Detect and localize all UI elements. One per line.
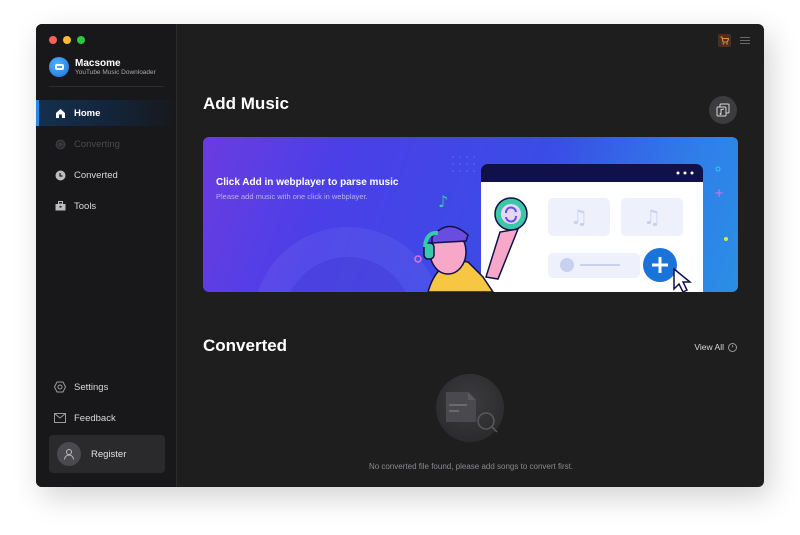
- app-logo-icon: [49, 57, 69, 77]
- sidebar-item-settings[interactable]: Settings: [36, 374, 177, 400]
- brand: Macsome YouTube Music Downloader: [49, 57, 156, 77]
- cart-button[interactable]: [718, 34, 731, 47]
- menu-button[interactable]: [740, 37, 750, 44]
- add-music-title: Add Music: [203, 94, 289, 113]
- empty-file-search-icon: [436, 374, 504, 442]
- app-subtitle: YouTube Music Downloader: [75, 68, 156, 76]
- maximize-window-button[interactable]: [77, 36, 85, 44]
- window-controls: [49, 36, 85, 44]
- sidebar-item-converted[interactable]: Converted: [36, 162, 177, 188]
- divider: [49, 86, 164, 87]
- settings-icon: [54, 381, 66, 393]
- sidebar-item-label: Tools: [74, 200, 97, 212]
- sidebar-item-home[interactable]: Home: [36, 100, 177, 126]
- view-all-label: View All: [694, 342, 724, 352]
- app-name: Macsome: [75, 57, 121, 69]
- view-all-link[interactable]: View All ›: [694, 342, 737, 352]
- svg-text:♫: ♫: [643, 205, 661, 229]
- avatar: [57, 442, 81, 466]
- empty-state-message: No converted file found, please add song…: [368, 462, 574, 471]
- music-copy-icon: [716, 103, 730, 117]
- svg-text:+: +: [714, 186, 724, 200]
- banner-illustration: ♫ ♫ ♪ +: [414, 156, 728, 292]
- add-music-banner[interactable]: Click Add in webplayer to parse music Pl…: [203, 137, 738, 292]
- music-note-icon: ♪: [438, 192, 448, 211]
- sidebar-item-tools[interactable]: Tools: [36, 193, 177, 219]
- sidebar-nav: Home Converting Converted Tools: [36, 100, 177, 224]
- banner-subtitle: Please add music with one click in webpl…: [216, 192, 368, 201]
- sidebar-item-label: Feedback: [74, 412, 116, 424]
- register-button[interactable]: Register: [49, 435, 165, 473]
- minimize-window-button[interactable]: [63, 36, 71, 44]
- top-toolbar: [718, 34, 750, 47]
- close-window-button[interactable]: [49, 36, 57, 44]
- svg-text:♫: ♫: [570, 205, 588, 229]
- sidebar-item-feedback[interactable]: Feedback: [36, 405, 177, 431]
- cart-icon: [720, 36, 729, 45]
- home-icon: [54, 107, 66, 119]
- sidebar-item-label: Settings: [74, 381, 109, 393]
- mail-icon: [54, 412, 66, 424]
- app-window: Macsome YouTube Music Downloader Home Co…: [36, 24, 764, 487]
- sidebar-bottom-nav: Settings Feedback: [36, 374, 177, 436]
- main-content: Add Music Click Add in webplayer to pars…: [178, 24, 764, 487]
- add-playlist-button[interactable]: [709, 96, 737, 124]
- sidebar-item-converting[interactable]: Converting: [36, 131, 177, 157]
- user-icon: [64, 449, 74, 460]
- register-label: Register: [91, 448, 127, 460]
- clock-icon: [54, 169, 66, 181]
- converting-icon: [54, 138, 66, 150]
- sidebar-item-label: Converting: [74, 138, 120, 150]
- converted-title: Converted: [203, 336, 288, 355]
- chevron-right-icon: ›: [728, 342, 737, 352]
- sidebar-item-label: Home: [74, 107, 101, 119]
- banner-title: Click Add in webplayer to parse music: [216, 177, 399, 188]
- toolbox-icon: [54, 200, 66, 212]
- sidebar: Macsome YouTube Music Downloader Home Co…: [36, 24, 177, 487]
- sidebar-item-label: Converted: [74, 169, 118, 181]
